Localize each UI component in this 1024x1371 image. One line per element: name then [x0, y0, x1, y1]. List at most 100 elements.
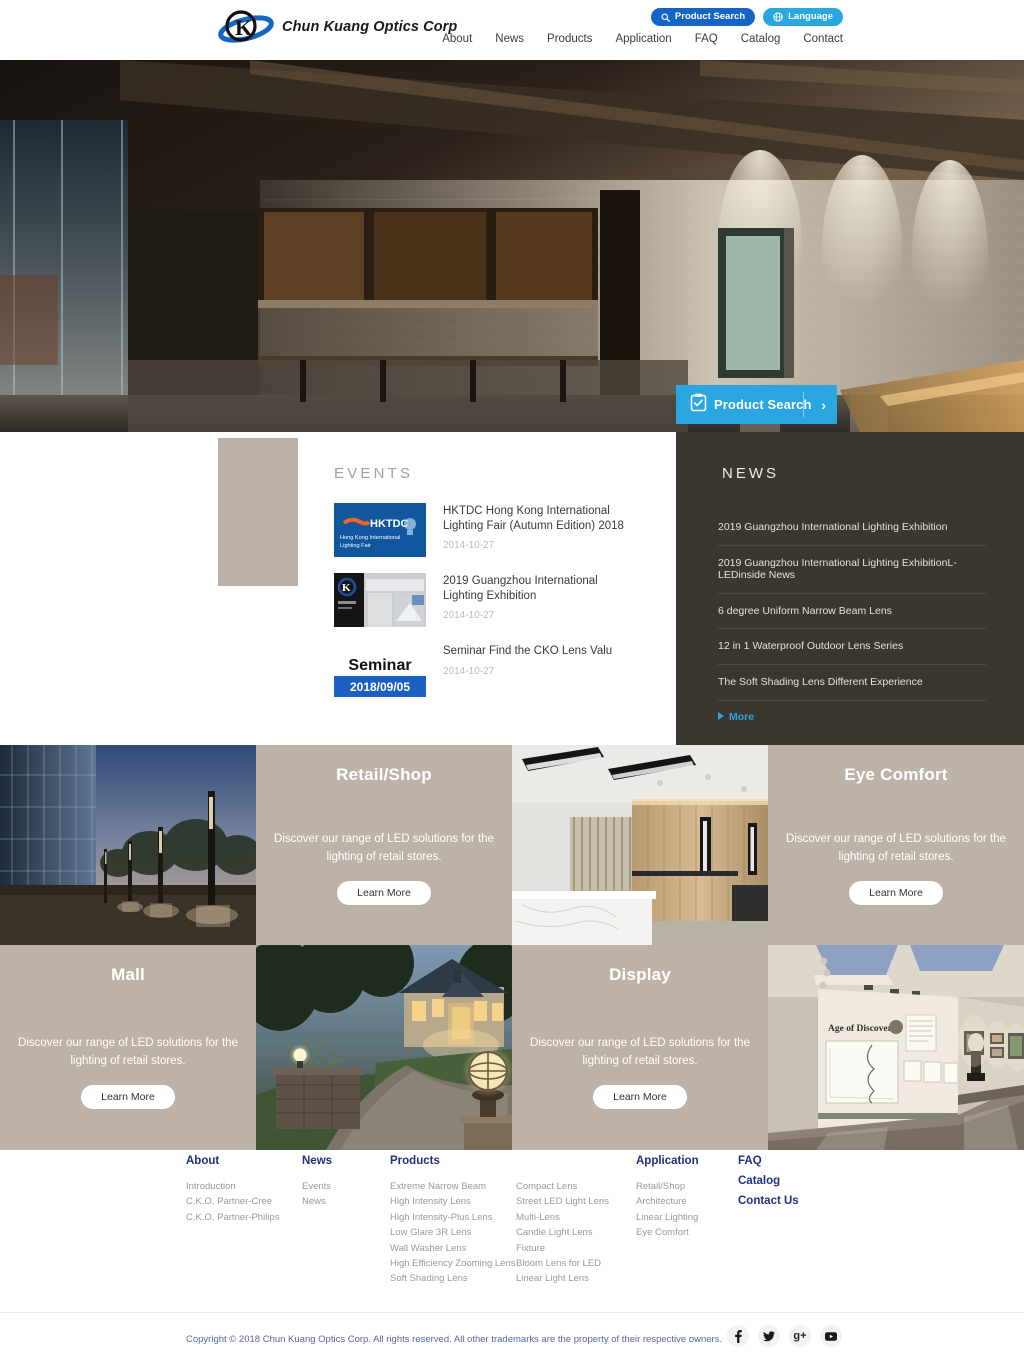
- nav-item-news[interactable]: News: [495, 33, 524, 45]
- tile-image-office-interior[interactable]: [512, 745, 768, 945]
- footer-link[interactable]: Introduction: [186, 1179, 302, 1194]
- tile-image-house-garden[interactable]: [256, 945, 512, 1150]
- company-logo-icon: K: [218, 9, 274, 45]
- event-title: 2019 Guangzhou International Lighting Ex…: [443, 575, 598, 602]
- news-item[interactable]: The Soft Shading Lens Different Experien…: [718, 665, 986, 701]
- news-item[interactable]: 6 degree Uniform Narrow Beam Lens: [718, 594, 986, 630]
- footer-link[interactable]: C.K.O. Partner-Cree: [186, 1194, 302, 1209]
- news-title: NEWS: [722, 465, 779, 482]
- tile-description: Discover our range of LED solutions for …: [786, 833, 1006, 863]
- copyright-text: Copyright © 2018 Chun Kuang Optics Corp.…: [186, 1334, 723, 1345]
- footer-link[interactable]: High Efficiency Zooming Lens: [390, 1256, 516, 1271]
- event-thumbnail-seminar: Seminar 2018/09/05: [334, 643, 426, 697]
- event-item[interactable]: K 2019 Guangzhou International Lighting …: [334, 573, 664, 627]
- footer-link[interactable]: Events: [302, 1179, 390, 1194]
- youtube-icon[interactable]: [820, 1325, 842, 1347]
- learn-more-button[interactable]: Learn More: [593, 1084, 687, 1109]
- clipboard-check-icon: [690, 393, 707, 417]
- language-pill-button[interactable]: Language: [763, 8, 843, 26]
- news-item[interactable]: 12 in 1 Waterproof Outdoor Lens Series: [718, 629, 986, 665]
- event-item[interactable]: Seminar 2018/09/05 Seminar Find the CKO …: [334, 643, 664, 697]
- nav-item-application[interactable]: Application: [615, 33, 671, 45]
- copyright-bar: Copyright © 2018 Chun Kuang Optics Corp.…: [0, 1312, 1024, 1371]
- learn-more-button[interactable]: Learn More: [849, 880, 943, 905]
- footer-link[interactable]: C.K.O. Partner-Philips: [186, 1210, 302, 1225]
- news-more-link[interactable]: More: [718, 711, 986, 723]
- hero-product-search-label: Product Search: [714, 397, 812, 412]
- footer-link[interactable]: Eye Comfort: [636, 1225, 738, 1240]
- tile-image-outdoor-poles[interactable]: [0, 745, 256, 945]
- nav-item-contact[interactable]: Contact: [803, 33, 843, 45]
- footer-link[interactable]: High Intensity Lens: [390, 1194, 516, 1209]
- learn-more-button[interactable]: Learn More: [337, 880, 431, 905]
- footer-link[interactable]: Fixture: [516, 1241, 636, 1256]
- event-body: Seminar Find the CKO Lens Valu 2014-10-2…: [443, 643, 612, 697]
- events-section: EVENTS HKTDC Hong Kong International Lig…: [334, 465, 664, 713]
- footer-heading-application[interactable]: Application: [636, 1155, 738, 1167]
- footer-columns: About Introduction C.K.O. Partner-Cree C…: [186, 1155, 848, 1287]
- footer-link[interactable]: Multi-Lens: [516, 1210, 636, 1225]
- footer-heading-products[interactable]: Products: [390, 1155, 636, 1167]
- nav-item-faq[interactable]: FAQ: [695, 33, 718, 45]
- footer-column-application: Application Retail/Shop Architecture Lin…: [636, 1155, 738, 1287]
- site-footer: About Introduction C.K.O. Partner-Cree C…: [0, 1150, 1024, 1371]
- tile-image-museum-gallery[interactable]: Age of Discovery: [768, 945, 1024, 1150]
- news-item[interactable]: 2019 Guangzhou International Lighting Ex…: [718, 546, 986, 594]
- news-list: 2019 Guangzhou International Lighting Ex…: [718, 510, 986, 723]
- google-plus-icon[interactable]: g+: [789, 1325, 811, 1347]
- site-logo[interactable]: K Chun Kuang Optics Corp: [218, 9, 457, 45]
- learn-more-button[interactable]: Learn More: [81, 1084, 175, 1109]
- search-icon: [661, 12, 670, 22]
- svg-text:Hong Kong International: Hong Kong International: [340, 535, 400, 541]
- tile-eye-comfort[interactable]: Eye Comfort Discover our range of LED so…: [768, 745, 1024, 945]
- event-thumbnail-booth: K: [334, 573, 426, 627]
- footer-products-col-a: Extreme Narrow Beam High Intensity Lens …: [390, 1179, 516, 1287]
- footer-heading-news[interactable]: News: [302, 1155, 390, 1167]
- nav-item-about[interactable]: About: [442, 33, 472, 45]
- footer-heading-contact-us[interactable]: Contact Us: [738, 1195, 848, 1207]
- hero-product-search-button[interactable]: Product Search ›: [676, 385, 837, 424]
- event-date: 2014-10-27: [443, 610, 495, 622]
- footer-link[interactable]: Soft Shading Lens: [390, 1271, 516, 1286]
- footer-heading-about[interactable]: About: [186, 1155, 302, 1167]
- event-item[interactable]: HKTDC Hong Kong International Lighting F…: [334, 503, 664, 557]
- footer-link[interactable]: Extreme Narrow Beam: [390, 1179, 516, 1194]
- footer-link[interactable]: Compact Lens: [516, 1179, 636, 1194]
- footer-link[interactable]: Candle Light Lens: [516, 1225, 636, 1240]
- footer-link[interactable]: Linear Light Lens: [516, 1271, 636, 1286]
- footer-products-sublists: Extreme Narrow Beam High Intensity Lens …: [390, 1179, 636, 1287]
- footer-column-news: News Events News: [302, 1155, 390, 1287]
- footer-link[interactable]: Street LED Light Lens: [516, 1194, 636, 1209]
- events-list: HKTDC Hong Kong International Lighting F…: [334, 503, 664, 697]
- tile-display[interactable]: Display Discover our range of LED soluti…: [512, 945, 768, 1150]
- tile-retail-shop[interactable]: Retail/Shop Discover our range of LED so…: [256, 745, 512, 945]
- nav-item-catalog[interactable]: Catalog: [741, 33, 781, 45]
- svg-text:HKTDC: HKTDC: [370, 518, 409, 530]
- twitter-icon[interactable]: [758, 1325, 780, 1347]
- hero-button-divider: [803, 392, 804, 417]
- tile-title: Mall: [111, 965, 145, 984]
- event-thumbnail-hktdc: HKTDC Hong Kong International Lighting F…: [334, 503, 426, 557]
- footer-link[interactable]: Linear Lighting: [636, 1210, 738, 1225]
- footer-heading-catalog[interactable]: Catalog: [738, 1175, 848, 1187]
- footer-link[interactable]: Bloom Lens for LED: [516, 1256, 636, 1271]
- news-item[interactable]: 2019 Guangzhou International Lighting Ex…: [718, 510, 986, 546]
- event-date: 2014-10-27: [443, 665, 495, 677]
- product-search-pill-label: Product Search: [674, 11, 746, 23]
- footer-link[interactable]: Wall Washer Lens: [390, 1241, 516, 1256]
- footer-link[interactable]: Architecture: [636, 1194, 738, 1209]
- footer-link[interactable]: News: [302, 1194, 390, 1209]
- footer-link[interactable]: High Intensity-Plus Lens: [390, 1210, 516, 1225]
- site-header: K Chun Kuang Optics Corp Product Search …: [0, 0, 1024, 60]
- facebook-icon[interactable]: [727, 1325, 749, 1347]
- tile-mall[interactable]: Mall Discover our range of LED solutions…: [0, 945, 256, 1150]
- product-search-pill-button[interactable]: Product Search: [650, 8, 756, 26]
- tile-description: Discover our range of LED solutions for …: [18, 1037, 238, 1067]
- footer-link[interactable]: Low Glare 3R Lens: [390, 1225, 516, 1240]
- footer-link[interactable]: Retail/Shop: [636, 1179, 738, 1194]
- nav-item-products[interactable]: Products: [547, 33, 592, 45]
- chevron-right-icon: ›: [821, 396, 826, 413]
- footer-heading-faq[interactable]: FAQ: [738, 1155, 848, 1167]
- hero-image: [0, 60, 1024, 432]
- tile-description: Discover our range of LED solutions for …: [274, 833, 494, 863]
